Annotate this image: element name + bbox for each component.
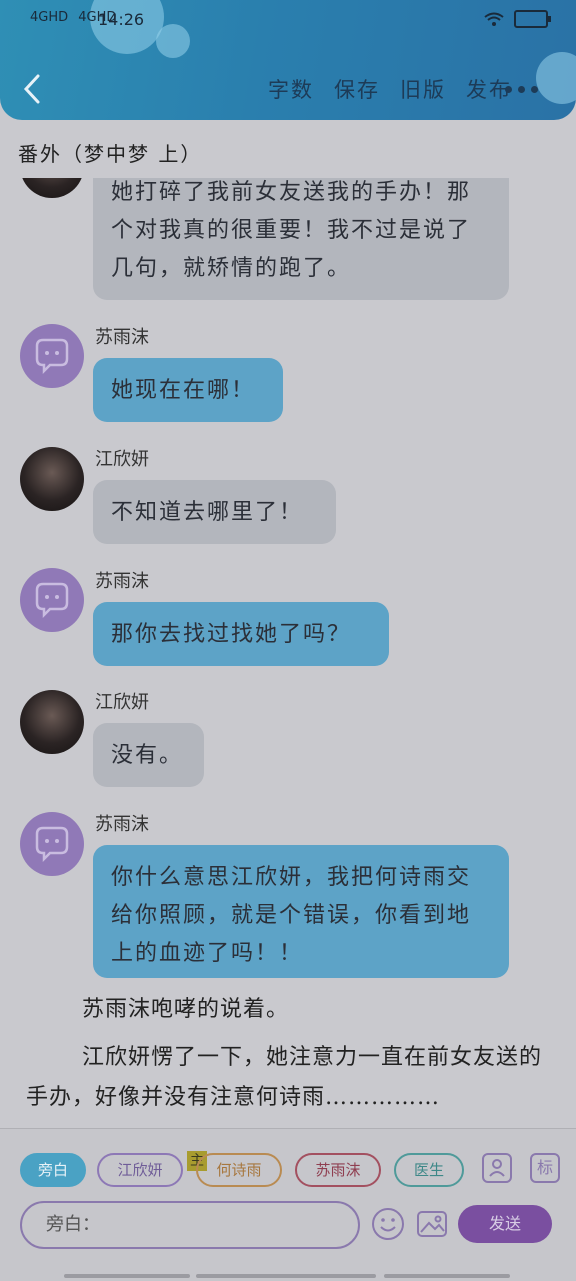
composer-panel: 旁白 江欣妍 主 何诗雨 苏雨沫 医生 标 旁白： 发送 [0,1128,576,1281]
message-bubble[interactable]: 她打碎了我前女友送我的手办！那个对我真的很重要！我不过是说了几句，就矫情的跑了。 [93,178,509,300]
avatar[interactable] [20,178,84,198]
chip-doctor[interactable]: 医生 [394,1153,464,1187]
chip-jiang-xinyan[interactable]: 江欣妍 [97,1153,183,1187]
chapter-title: 番外（梦中梦 上） [18,142,203,166]
narration-text[interactable]: 苏雨沫咆哮的说着。 [26,990,556,1030]
signal-1: 4GHD [30,10,69,25]
avatar[interactable] [20,812,84,876]
app-header: 4GHD 4GHD 14:26 字数 保存 旧版 发布 [0,0,576,120]
avatar[interactable] [20,324,84,388]
message-bubble[interactable]: 那你去找过找她了吗？ [93,602,389,666]
chip-narrator[interactable]: 旁白 [20,1153,86,1187]
speaker-name: 苏雨沫 [95,571,149,592]
character-manage-icon[interactable] [482,1153,512,1183]
message-input[interactable]: 旁白： [20,1201,360,1249]
message-bubble[interactable]: 没有。 [93,723,204,787]
avatar[interactable] [20,447,84,511]
old-version-button[interactable]: 旧版 [400,74,446,104]
speaker-name: 江欣妍 [95,692,149,713]
image-icon[interactable] [416,1208,448,1240]
message-bubble[interactable]: 你什么意思江欣妍，我把何诗雨交给你照顾，就是个错误，你看到地上的血迹了吗！！ [93,845,509,978]
narration-text[interactable]: 江欣妍愣了一下，她注意力一直在前女友送的手办，好像并没有注意何诗雨…………… [26,1038,556,1118]
message-bubble[interactable]: 不知道去哪里了！ [93,480,336,544]
emoji-icon[interactable] [371,1207,405,1241]
gesture-bar [196,1274,376,1278]
tag-icon[interactable]: 标 [530,1153,560,1183]
gesture-bar [384,1274,510,1278]
more-menu-icon[interactable] [505,86,538,93]
battery-icon [514,10,551,28]
chat-bubble-icon [35,338,69,375]
status-icons [484,10,551,28]
clock: 14:26 [98,10,145,29]
message-bubble[interactable]: 她现在在哪！ [93,358,283,422]
gesture-bar [64,1274,190,1278]
chat-area[interactable]: 她打碎了我前女友送我的手办！那个对我真的很重要！我不过是说了几句，就矫情的跑了。… [0,178,576,1128]
wifi-icon [484,12,504,26]
speaker-name: 苏雨沫 [95,327,149,348]
decor-bubble [536,52,576,104]
chat-bubble-icon [35,582,69,619]
word-count-button[interactable]: 字数 [268,74,314,104]
speaker-name: 江欣妍 [95,449,149,470]
chip-he-shiyu[interactable]: 何诗雨 [196,1153,282,1187]
speaker-name: 苏雨沫 [95,814,149,835]
avatar[interactable] [20,568,84,632]
header-actions: 字数 保存 旧版 发布 [268,74,512,104]
status-bar: 4GHD 4GHD 14:26 [30,10,144,29]
decor-bubble [156,24,190,58]
avatar[interactable] [20,690,84,754]
chip-su-yumo[interactable]: 苏雨沫 [295,1153,381,1187]
chat-bubble-icon [35,826,69,863]
save-button[interactable]: 保存 [334,74,380,104]
back-arrow-icon[interactable] [18,72,48,106]
send-button[interactable]: 发送 [458,1205,552,1243]
